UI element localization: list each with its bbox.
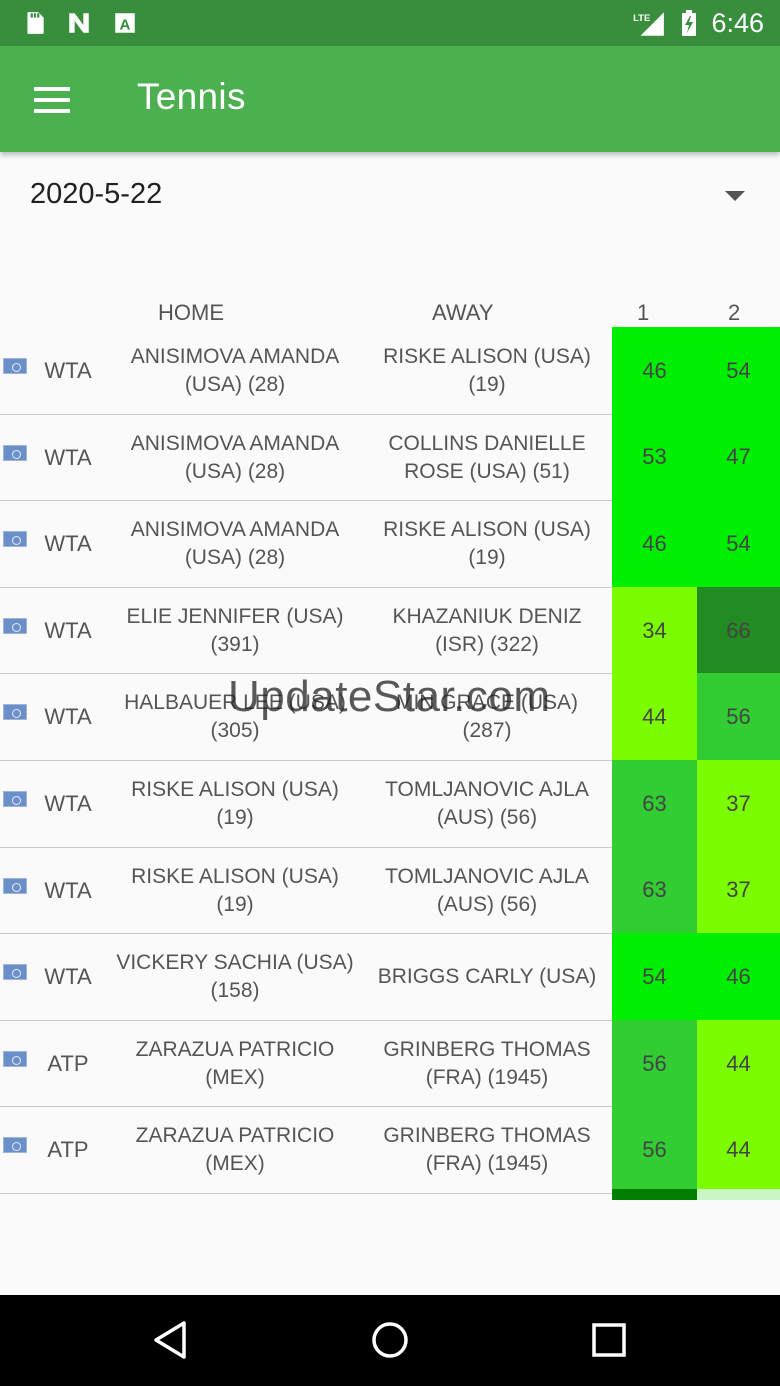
svg-text:LTE: LTE: [633, 13, 650, 24]
odds-home: 34: [612, 586, 697, 675]
away-player: TOMLJANOVIC AJLA (AUS) (56): [385, 777, 589, 829]
header-home: HOME: [158, 300, 224, 325]
svg-text:A: A: [120, 17, 131, 34]
away-player: RISKE ALISON (USA) (19): [383, 518, 591, 570]
table-row[interactable]: WTA RISKE ALISON (USA) (19) TOMLJANOVIC AJ…: [0, 846, 780, 935]
home-player: ZARAZUA PATRICIO (MEX): [135, 1037, 335, 1089]
odds-away: 44: [697, 1106, 780, 1194]
odds-home: 56: [612, 1019, 697, 1108]
sd-card-icon: [27, 12, 44, 34]
home-player: ANISIMOVA AMANDA (USA) (28): [130, 345, 340, 396]
odds-strip-2: [697, 1189, 780, 1200]
odds-home: 63: [612, 846, 697, 935]
n-notification-icon: [69, 13, 89, 33]
tour-label: WTA: [44, 704, 92, 730]
selected-date: 2020-5-22: [30, 178, 163, 210]
home-player: ANISIMOVA AMANDA (USA) (28): [130, 518, 340, 570]
clock: 6:46: [711, 8, 764, 38]
flag-icon: [3, 1137, 27, 1154]
tour-label: WTA: [44, 877, 92, 903]
table-row[interactable]: WTA ANISIMOVA AMANDA (USA) (28) RISKE ALIS…: [0, 500, 780, 588]
recents-icon[interactable]: [584, 1315, 634, 1365]
odds-home: 44: [612, 673, 697, 761]
odds-home: 46: [612, 500, 697, 588]
home-player: ZARAZUA PATRICIO (MEX): [135, 1124, 335, 1176]
table-row[interactable]: WTA ELIE JENNIFER (USA) (391) KHAZANIUK DE…: [0, 586, 780, 675]
odds-home: 56: [612, 1106, 697, 1194]
navigation-bar: [0, 1295, 780, 1386]
tour-label: WTA: [44, 444, 92, 470]
flag-icon: [3, 617, 27, 634]
flag-icon: [3, 877, 27, 894]
home-player: ANISIMOVA AMANDA (USA) (28): [130, 431, 340, 483]
home-icon[interactable]: [365, 1315, 415, 1365]
away-player: RISKE ALISON (USA) (19): [383, 345, 591, 396]
home-player: ELIE JENNIFER (USA) (391): [126, 604, 344, 656]
table-row[interactable]: WTA ANISIMOVA AMANDA (USA) (28) RISKE ALIS…: [0, 327, 780, 415]
tour-label: WTA: [44, 531, 92, 557]
odds-away: 37: [697, 759, 780, 848]
odds-home: 54: [612, 933, 697, 1021]
watermark: UpdateStar.com: [228, 672, 551, 721]
odds-home: 46: [612, 327, 697, 415]
header-away: AWAY: [432, 300, 494, 325]
hamburger-menu-icon[interactable]: [26, 76, 80, 124]
a-notification-icon: A: [115, 13, 135, 34]
table-row[interactable]: WTA ANISIMOVA AMANDA (USA) (28) COLLINS DA…: [0, 413, 780, 502]
odds-home: 53: [612, 413, 697, 502]
table-row[interactable]: WTA VICKERY SACHIA (USA) (158) BRIGGS CARL…: [0, 933, 780, 1021]
odds-away: 54: [697, 327, 780, 415]
status-bar: A LTE 6:46: [0, 0, 780, 46]
odds-away: 37: [697, 846, 780, 935]
odds-home: 63: [612, 759, 697, 848]
table-row[interactable]: ATP ZARAZUA PATRICIO (MEX) GRINBERG THOMAS…: [0, 1106, 780, 1194]
odds-away: 44: [697, 1019, 780, 1108]
table-row[interactable]: ATP ZARAZUA PATRICIO (MEX) GRINBERG THOMAS…: [0, 1019, 780, 1108]
tour-label: WTA: [44, 358, 92, 383]
flag-icon: [3, 704, 27, 721]
away-player: GRINBERG THOMAS (FRA) (1945): [383, 1124, 591, 1176]
header-col1: 1: [637, 300, 650, 325]
away-player: TOMLJANOVIC AJLA (AUS) (56): [385, 864, 589, 916]
app-bar: Tennis: [0, 46, 780, 152]
odds-away: 47: [697, 413, 780, 502]
odds-away: 54: [697, 500, 780, 588]
away-player: KHAZANIUK DENIZ (ISR) (322): [392, 604, 582, 656]
table-row[interactable]: WTA RISKE ALISON (USA) (19) TOMLJANOVIC AJ…: [0, 759, 780, 848]
flag-icon: [3, 1050, 27, 1067]
flag-icon: [3, 531, 27, 548]
odds-away: 56: [697, 673, 780, 761]
tour-label: WTA: [44, 790, 92, 816]
home-player: RISKE ALISON (USA) (19): [131, 864, 339, 916]
home-player: RISKE ALISON (USA) (19): [131, 777, 339, 829]
lte-signal-icon: LTE: [633, 12, 664, 36]
tour-label: WTA: [44, 617, 92, 643]
away-player: GRINBERG THOMAS (FRA) (1945): [383, 1037, 591, 1089]
date-dropdown[interactable]: 2020-5-22: [0, 160, 780, 230]
flag-icon: [3, 964, 27, 981]
tour-label: ATP: [47, 1050, 89, 1076]
tour-label: WTA: [44, 964, 92, 990]
flag-icon: [3, 790, 27, 807]
odds-strip-1: [612, 1189, 697, 1200]
away-player: COLLINS DANIELLE ROSE (USA) (51): [388, 431, 586, 483]
flag-icon: [3, 444, 27, 461]
header-col2: 2: [728, 300, 741, 325]
tour-label: ATP: [47, 1137, 89, 1163]
odds-away: 66: [697, 586, 780, 675]
home-player: VICKERY SACHIA (USA) (158): [116, 951, 354, 1003]
flag-icon: [3, 358, 27, 374]
battery-charging-icon: [682, 10, 696, 36]
back-icon[interactable]: [146, 1315, 196, 1365]
page-title: Tennis: [137, 76, 246, 117]
dropdown-arrow-icon: [725, 191, 745, 201]
match-list: WTA ANISIMOVA AMANDA (USA) (28) RISKE ALIS…: [0, 327, 780, 1194]
away-player: BRIGGS CARLY (USA): [377, 965, 597, 989]
odds-away: 46: [697, 933, 780, 1021]
